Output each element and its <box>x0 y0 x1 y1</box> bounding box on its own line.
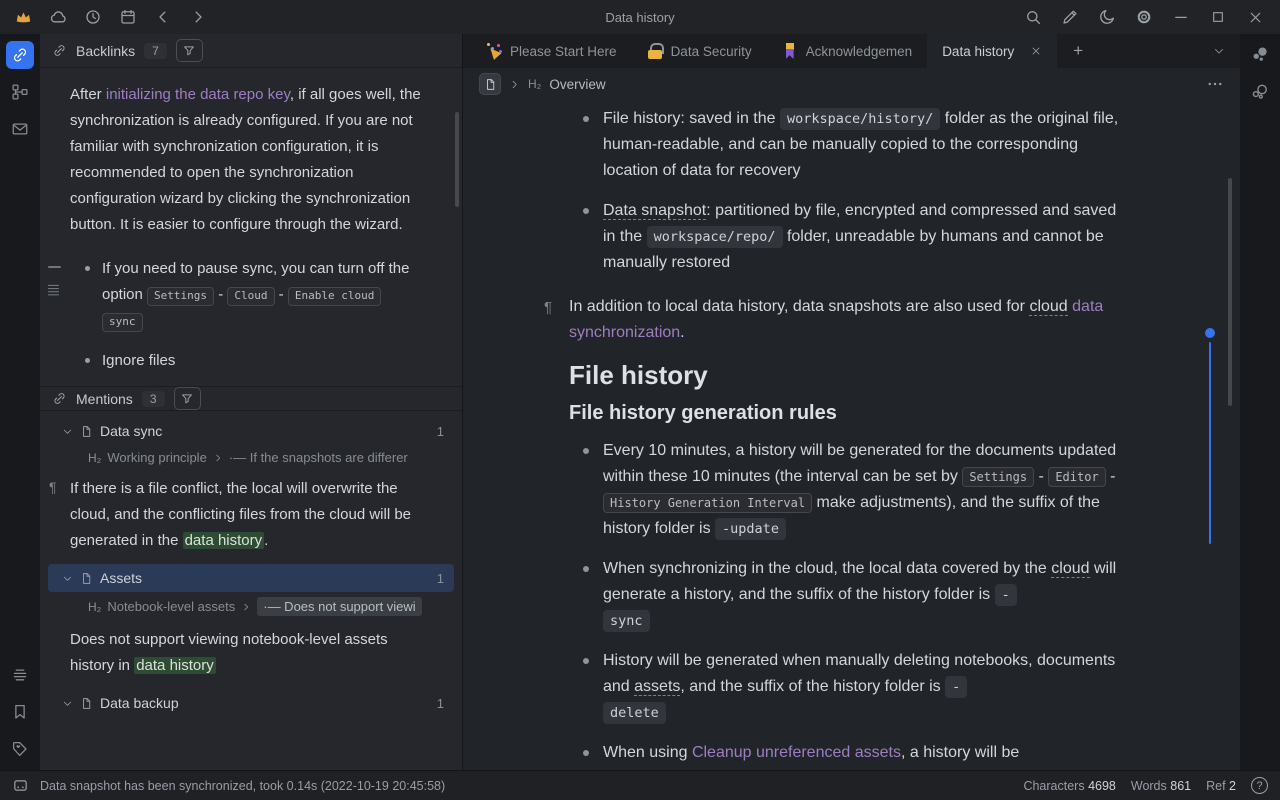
words-count: Words 861 <box>1131 779 1191 793</box>
cloud-sync-icon[interactable] <box>48 7 68 27</box>
mentions-title: Mentions <box>76 391 133 407</box>
daily-note-calendar-icon[interactable] <box>118 7 138 27</box>
dark-mode-moon-icon[interactable] <box>1097 7 1117 27</box>
dock-inbox-mail-button[interactable] <box>6 115 34 143</box>
ribbon-icon <box>782 43 798 59</box>
backlinks-filter-button[interactable] <box>176 39 203 62</box>
status-message: Data snapshot has been synchronized, too… <box>40 779 445 793</box>
chevron-right-icon <box>241 602 251 612</box>
right-dock <box>1240 34 1280 770</box>
backlinks-content: After initializing the data repo key, if… <box>40 68 462 770</box>
left-dock <box>0 34 40 770</box>
app-logo-crown-icon[interactable] <box>13 7 33 27</box>
chevron-down-icon[interactable] <box>62 426 73 437</box>
app-window: { "titlebar": { "title": "Data history",… <box>0 0 1280 800</box>
backlinks-count-badge: 7 <box>144 43 167 59</box>
tab-bar: Please Start Here Data Security Acknowle… <box>463 34 1240 68</box>
document-icon <box>80 572 93 585</box>
block-more-button[interactable] <box>1206 75 1224 93</box>
backlinks-header: Backlinks 7 <box>40 34 462 68</box>
document-icon <box>80 697 93 710</box>
dock-graph-button[interactable] <box>6 78 34 106</box>
tab-please-start-here[interactable]: Please Start Here <box>471 34 632 68</box>
block-focus-indicator <box>1205 328 1215 338</box>
breadcrumb-heading-level: H₂ <box>528 77 541 91</box>
help-icon[interactable] <box>1251 777 1268 794</box>
dock-outline-button[interactable] <box>6 661 34 689</box>
settings-gear-icon[interactable] <box>1134 7 1154 27</box>
forward-icon[interactable] <box>188 7 208 27</box>
editor-heading-3[interactable]: File history generation rules <box>569 400 1240 426</box>
lock-icon <box>647 43 663 59</box>
block-focus-line <box>1209 342 1211 544</box>
dock-backlinks-button[interactable] <box>6 41 34 69</box>
dock-bookmark-button[interactable] <box>6 698 34 726</box>
ref-count: Ref 2 <box>1206 779 1236 793</box>
editor-list-item[interactable]: When using Cleanup unreferenced assets, … <box>569 740 1121 766</box>
edit-pencil-icon[interactable] <box>1060 7 1080 27</box>
dock-backlinks-bubbles-button[interactable] <box>1246 41 1274 69</box>
mention-doc-row[interactable]: Data backup 1 <box>48 689 454 717</box>
editor-list-item[interactable]: Every 10 minutes, a history will be gene… <box>569 438 1121 542</box>
backlink-icon <box>52 43 67 58</box>
close-tab-icon[interactable] <box>1030 45 1042 57</box>
backlinks-panel: Backlinks 7 After initializing the data … <box>40 34 463 770</box>
mention-block-paragraph[interactable]: If there is a file conflict, the local w… <box>40 468 462 562</box>
editor-scrollbar[interactable] <box>1228 178 1232 406</box>
breadcrumb-heading[interactable]: Overview <box>549 77 605 92</box>
mention-breadcrumb-row[interactable]: H₂ Working principle ·— If the snapshots… <box>40 447 462 468</box>
sync-status-icon[interactable] <box>12 777 29 794</box>
panel-scrollbar[interactable] <box>455 112 459 207</box>
data-history-icon[interactable] <box>83 7 103 27</box>
minimize-button[interactable] <box>1171 7 1191 27</box>
editor-list-item[interactable]: History will be generated when manually … <box>569 648 1121 726</box>
tab-acknowledgements[interactable]: Acknowledgemen <box>767 34 928 68</box>
maximize-button[interactable] <box>1208 7 1228 27</box>
chevron-right-icon <box>213 453 223 463</box>
editor-area: Please Start Here Data Security Acknowle… <box>463 34 1240 770</box>
tab-data-security[interactable]: Data Security <box>632 34 767 68</box>
mention-doc-row-selected[interactable]: Assets 1 <box>48 564 454 592</box>
mentions-filter-button[interactable] <box>174 387 201 410</box>
dock-graph-bubbles-button[interactable] <box>1246 78 1274 106</box>
editor-list-item[interactable]: When synchronizing in the cloud, the loc… <box>569 556 1121 634</box>
editor-heading-2[interactable]: File history <box>569 362 1240 388</box>
back-icon[interactable] <box>153 7 173 27</box>
backlink-block-paragraph[interactable]: After initializing the data repo key, if… <box>40 68 462 242</box>
tab-list-button[interactable] <box>1198 34 1240 68</box>
mention-block-paragraph[interactable]: Does not support viewing notebook-level … <box>40 619 462 687</box>
editor-list-item[interactable]: Data snapshot: partitioned by file, encr… <box>569 198 1121 276</box>
backlink-icon <box>52 391 67 406</box>
editor-paragraph[interactable]: In addition to local data history, data … <box>569 294 1129 346</box>
mentions-header: Mentions 3 <box>40 386 462 411</box>
search-icon[interactable] <box>1023 7 1043 27</box>
characters-count: Characters 4698 <box>1023 779 1115 793</box>
chevron-right-icon <box>509 79 520 90</box>
backlink-block-list-item[interactable]: If you need to pause sync, you can turn … <box>40 254 462 336</box>
new-tab-button[interactable]: + <box>1057 34 1099 68</box>
titlebar: Data history <box>0 0 1280 34</box>
mention-breadcrumb-row[interactable]: H₂ Notebook-level assets ·— Does not sup… <box>40 594 462 619</box>
mention-doc-row[interactable]: Data sync 1 <box>48 417 454 445</box>
dock-tag-button[interactable] <box>6 735 34 763</box>
chevron-down-icon[interactable] <box>62 698 73 709</box>
breadcrumb: H₂ Overview <box>463 68 1240 100</box>
mentions-count-badge: 3 <box>142 391 165 407</box>
close-button[interactable] <box>1245 7 1265 27</box>
status-bar: Data snapshot has been synchronized, too… <box>0 770 1280 800</box>
document-icon <box>80 425 93 438</box>
backlink-block-list-item[interactable]: Ignore files <box>40 346 462 376</box>
editor-list-item[interactable]: File history: saved in the workspace/his… <box>569 106 1121 184</box>
doc-icon-button[interactable] <box>479 73 501 95</box>
document-editor[interactable]: File history: saved in the workspace/his… <box>463 100 1240 770</box>
party-popper-icon <box>486 43 502 59</box>
chevron-down-icon[interactable] <box>62 573 73 584</box>
backlinks-title: Backlinks <box>76 43 135 59</box>
tab-data-history[interactable]: Data history <box>927 34 1057 68</box>
